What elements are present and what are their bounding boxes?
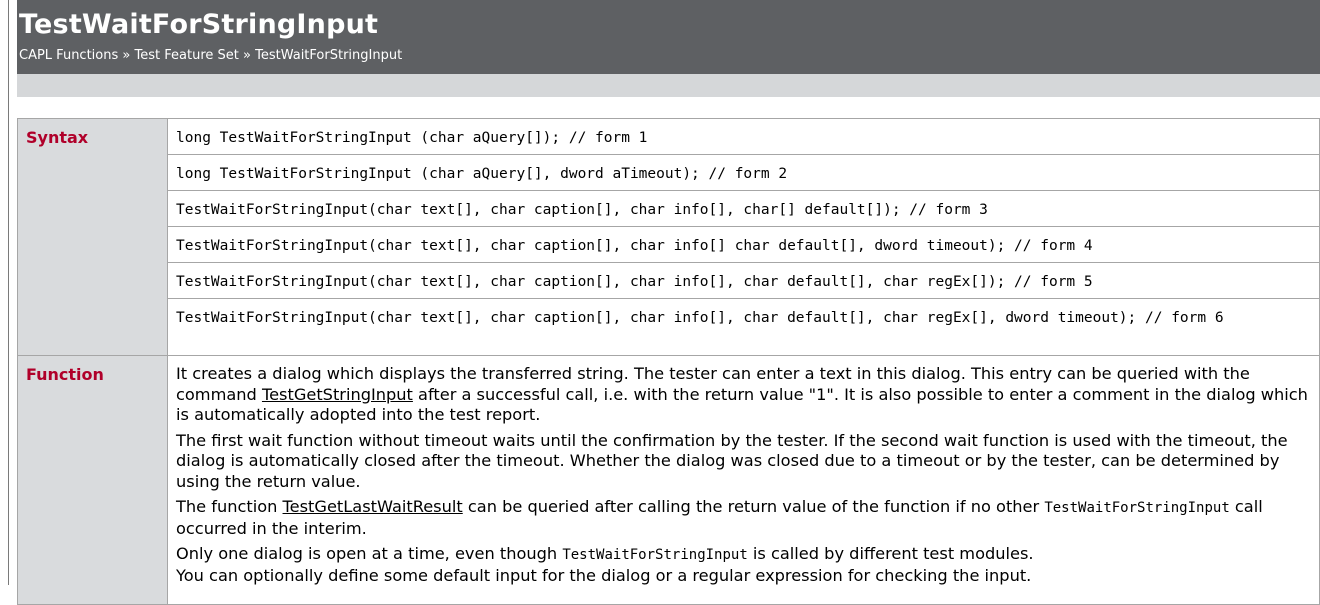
page-header: TestWaitForStringInput CAPL Functions » … — [17, 0, 1320, 74]
syntax-form-3: TestWaitForStringInput(char text[], char… — [167, 190, 1320, 227]
toolbar-strip — [17, 74, 1320, 97]
breadcrumb-item-test-feature-set[interactable]: Test Feature Set — [135, 48, 239, 63]
left-frame-border — [0, 0, 9, 585]
function-description: It creates a dialog which displays the t… — [167, 355, 1320, 605]
function-paragraph-2: The first wait function without timeout … — [176, 430, 1288, 491]
syntax-form-6: TestWaitForStringInput(char text[], char… — [167, 298, 1320, 356]
text-run: can be queried after calling the return … — [462, 497, 1045, 516]
link-testgetlastwaitresult[interactable]: TestGetLastWaitResult — [283, 497, 463, 516]
text-run: Only one dialog is open at a time, even … — [176, 544, 563, 563]
text-run: is called by different test modules. — [747, 544, 1034, 563]
inline-code: TestWaitForStringInput — [562, 547, 748, 563]
syntax-form-1: long TestWaitForStringInput (char aQuery… — [167, 118, 1320, 155]
function-paragraph-5: You can optionally define some default i… — [176, 565, 1032, 585]
breadcrumb-item-capl-functions[interactable]: CAPL Functions — [19, 48, 118, 63]
syntax-form-5: TestWaitForStringInput(char text[], char… — [167, 262, 1320, 299]
syntax-form-2: long TestWaitForStringInput (char aQuery… — [167, 154, 1320, 191]
function-paragraph-1: It creates a dialog which displays the t… — [176, 364, 1313, 426]
function-reference-table: Syntax long TestWaitForStringInput (char… — [17, 118, 1320, 605]
inline-code: TestWaitForStringInput — [1044, 500, 1230, 516]
function-row: Function It creates a dialog which displ… — [17, 355, 1320, 605]
syntax-label: Syntax — [17, 118, 168, 356]
syntax-row: Syntax long TestWaitForStringInput (char… — [17, 118, 1320, 356]
breadcrumb-separator: » — [243, 48, 251, 63]
breadcrumb: CAPL Functions » Test Feature Set » Test… — [19, 48, 402, 63]
syntax-form-4: TestWaitForStringInput(char text[], char… — [167, 226, 1320, 263]
page-title: TestWaitForStringInput — [19, 9, 379, 40]
function-label: Function — [17, 355, 168, 605]
function-paragraph-4: Only one dialog is open at a time, even … — [176, 544, 1313, 566]
link-testgetstringinput[interactable]: TestGetStringInput — [262, 385, 413, 404]
function-paragraph-3: The function TestGetLastWaitResult can b… — [176, 497, 1313, 539]
breadcrumb-separator: » — [122, 48, 131, 63]
breadcrumb-item-current: TestWaitForStringInput — [255, 48, 403, 63]
text-run: The function — [176, 497, 283, 516]
